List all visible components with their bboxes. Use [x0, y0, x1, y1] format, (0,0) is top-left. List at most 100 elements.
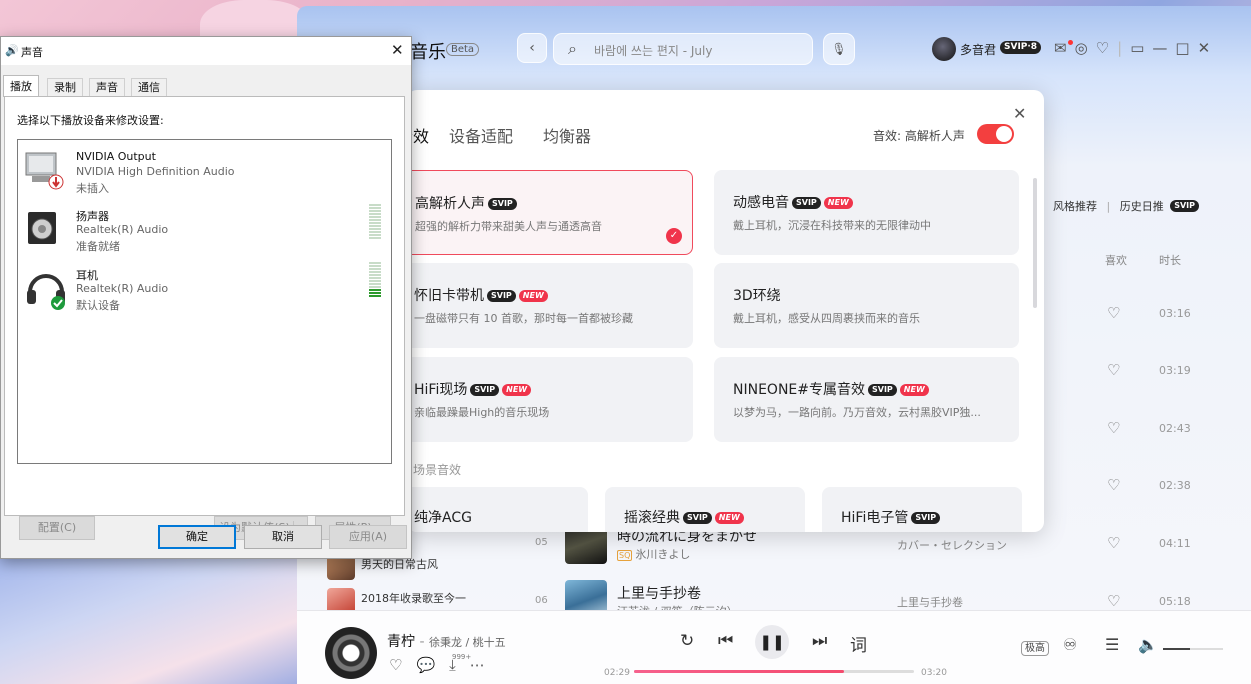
effect-title: 怀旧卡带机 [414, 288, 484, 304]
like-heart-icon[interactable]: ♡ [1107, 361, 1120, 379]
song-artist[interactable]: SQ 氷川きよし [617, 546, 690, 562]
track-number: 05 [535, 537, 548, 548]
apply-button[interactable]: 应用(A) [329, 525, 407, 549]
like-heart-icon[interactable]: ♡ [1107, 534, 1120, 552]
scrollbar[interactable] [1033, 178, 1037, 308]
loop-mode-icon[interactable]: ↻ [680, 631, 694, 651]
volume-slider[interactable] [1163, 648, 1223, 650]
effect-title: 高解析人声 [415, 196, 485, 212]
playlist-icon[interactable]: ☰ [1105, 635, 1119, 654]
maximize-icon[interactable]: □ [1175, 39, 1197, 57]
effect-card[interactable]: 动感电音 SVIP NEW 戴上耳机，沉浸在科技带来的无限律动中 [714, 170, 1019, 255]
effect-card[interactable]: NINEONE#专属音效 SVIP NEW 以梦为马，一路向前。乃万音效，云村黑胶V… [714, 357, 1019, 442]
tab-recording[interactable]: 录制 [47, 78, 83, 96]
song-artist[interactable]: 徐秉龙 / 桃十五 [429, 636, 506, 649]
skin-icon[interactable]: ♡ [1096, 39, 1117, 57]
effect-card[interactable]: 怀旧卡带机 SVIP NEW 一盘磁带只有 10 首歌，那时每一首都被珍藏 [407, 263, 693, 348]
like-heart-icon[interactable]: ♡ [1107, 419, 1120, 437]
new-badge: NEW [502, 384, 532, 396]
previous-icon[interactable]: ⏮ [718, 631, 733, 651]
album-name[interactable]: 上里与手抄卷 [897, 594, 963, 610]
speaker-device-icon [28, 212, 56, 244]
like-heart-icon[interactable]: ♡ [389, 656, 402, 674]
pause-button[interactable]: ❚❚ [755, 625, 789, 659]
close-icon[interactable]: ✕ [391, 41, 404, 59]
voice-search-button[interactable]: 🎙 [823, 33, 855, 65]
column-header-like[interactable]: 喜欢 [1105, 252, 1127, 268]
device-driver: NVIDIA High Definition Audio [76, 165, 235, 178]
effect-title: HiFi电子管 [841, 510, 909, 526]
device-driver: Realtek(R) Audio [76, 223, 169, 236]
track-number: 06 [535, 595, 548, 606]
mini-mode-icon[interactable]: ▭ [1130, 39, 1152, 57]
effect-card[interactable]: 高解析人声 SVIP 超强的解析力带来甜美人声与通透高音 ✓ [407, 170, 693, 255]
song-title[interactable]: 青柠 [387, 634, 415, 650]
dialog-title: 声音 [21, 46, 43, 59]
effect-title: 摇滚经典 [624, 510, 680, 526]
windows-sound-dialog: 🔊 声音 ✕ 播放 录制 声音 通信 选择以下播放设备来修改设置: NVIDIA… [0, 36, 412, 559]
search-input[interactable]: 바람에 쓰는 편지 - July [594, 42, 712, 59]
avatar[interactable] [932, 37, 956, 61]
nav-style-recommend[interactable]: 风格推荐 [1053, 200, 1097, 213]
device-name: NVIDIA Output [76, 150, 156, 163]
song-duration: 03:19 [1159, 364, 1191, 377]
minimize-icon[interactable]: — [1152, 39, 1175, 57]
sound-effect-icon[interactable]: ♾ [1063, 635, 1077, 654]
username[interactable]: 多音君 [960, 41, 996, 58]
now-playing-title[interactable]: 青柠 - 徐秉龙 / 桃十五 [387, 631, 506, 651]
effect-desc: 超强的解析力带来甜美人声与通透高音 [415, 220, 602, 233]
user-vip-badge[interactable]: SVIP·8 [1000, 41, 1042, 54]
like-heart-icon[interactable]: ♡ [1107, 592, 1120, 610]
more-icon[interactable]: ⋯ [470, 656, 485, 674]
microphone-icon: 🎙 [831, 42, 847, 56]
like-heart-icon[interactable]: ♡ [1107, 304, 1120, 322]
device-list[interactable]: NVIDIA Output NVIDIA High Definition Aud… [17, 139, 392, 464]
nav-history-daily[interactable]: 历史日推 [1120, 200, 1164, 213]
song-artist-name[interactable]: 氷川きよし [635, 548, 690, 561]
configure-button[interactable]: 配置(C) [19, 516, 95, 540]
dialog-titlebar[interactable]: 🔊 声音 ✕ [1, 37, 411, 65]
next-icon[interactable]: ⏭ [812, 631, 827, 651]
song-duration: 03:16 [1159, 307, 1191, 320]
volume-icon[interactable]: 🔈 [1138, 635, 1158, 654]
quality-button[interactable]: 极高 [1021, 641, 1049, 656]
album-name[interactable]: カバー・セレクション [897, 537, 1007, 553]
player-bar: 青柠 - 徐秉龙 / 桃十五 ♡ 💬 ⤓ ⋯ 999+ ↻ ⏮ ❚❚ ⏭ 词 02:2… [297, 610, 1251, 684]
device-status: 未插入 [76, 182, 109, 195]
cancel-button[interactable]: 取消 [244, 525, 322, 549]
device-name: 扬声器 [76, 210, 109, 223]
effect-card[interactable]: HiFi电子管 SVIP [822, 487, 1022, 532]
divider: | [1117, 39, 1131, 57]
tab-sounds[interactable]: 声音 [89, 78, 125, 96]
song-title[interactable]: 上里与手抄卷 [617, 583, 701, 603]
ok-button[interactable]: 确定 [158, 525, 236, 549]
back-button[interactable]: ‹ [517, 33, 547, 63]
effect-card[interactable]: 摇滚经典 SVIP NEW [605, 487, 805, 532]
now-playing-disc[interactable] [325, 627, 377, 679]
tab-equalizer[interactable]: 均衡器 [543, 123, 591, 147]
search-icon: ⌕ [568, 39, 577, 58]
close-icon[interactable]: ✕ [1198, 39, 1219, 57]
settings-icon[interactable]: ◎ [1075, 39, 1096, 57]
effect-card[interactable]: 3D环绕 戴上耳机，感受从四周裹挟而来的音乐 [714, 263, 1019, 348]
effect-card[interactable]: 纯净ACG [407, 487, 588, 532]
tab-communications[interactable]: 通信 [131, 78, 167, 96]
progress-bar[interactable] [634, 670, 914, 673]
effect-desc: 一盘磁带只有 10 首歌，那时每一首都被珍藏 [414, 312, 633, 325]
close-icon[interactable]: ✕ [1013, 104, 1026, 123]
column-header-duration[interactable]: 时长 [1159, 252, 1181, 268]
tab-playback[interactable]: 播放 [3, 75, 39, 97]
new-badge: NEW [714, 512, 744, 524]
lyrics-button[interactable]: 词 [850, 631, 867, 656]
effect-toggle[interactable] [977, 124, 1014, 144]
right-nav: 风格推荐 | 历史日推 SVIP [1053, 198, 1200, 214]
search-box[interactable]: ⌕ 바람에 쓰는 편지 - July [553, 33, 813, 65]
comment-icon[interactable]: 💬 [416, 656, 435, 674]
nav-separator: | [1106, 200, 1111, 213]
like-heart-icon[interactable]: ♡ [1107, 476, 1120, 494]
sidebar-playlist[interactable]: 2018年收录歌至今一 [361, 590, 466, 606]
effect-card[interactable]: HiFi现场 SVIP NEW 亲临最躁最High的音乐现场 [407, 357, 693, 442]
tab-device-adapt[interactable]: 设备适配 [449, 123, 513, 147]
new-badge: NEW [518, 290, 548, 302]
comment-count: 999+ [452, 653, 472, 661]
